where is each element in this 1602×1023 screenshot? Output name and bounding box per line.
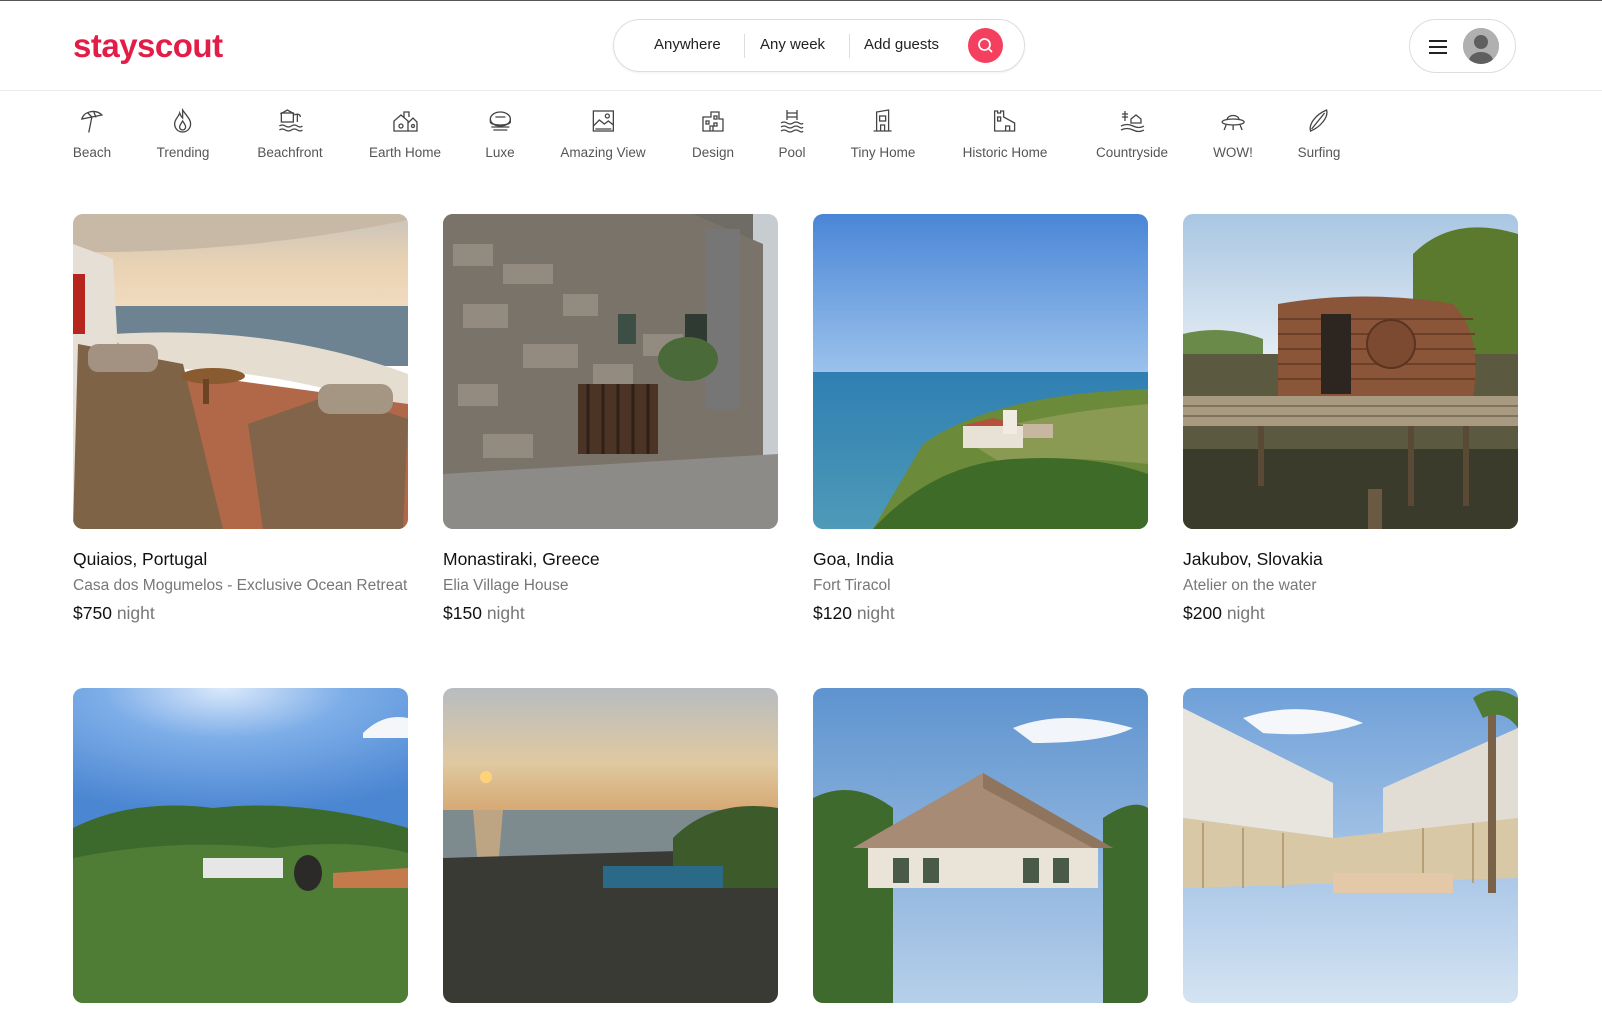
view-picture-icon <box>592 110 614 132</box>
search-icon <box>978 38 993 53</box>
logo[interactable]: stayscout <box>73 27 223 65</box>
search-bar[interactable]: Anywhere Any week Add guests <box>613 19 1025 72</box>
category-label: Tiny Home <box>850 145 916 160</box>
listing-photo[interactable] <box>443 214 778 529</box>
listing-price-amount: $150 <box>443 603 482 623</box>
listing-photo-image <box>73 214 408 529</box>
beach-umbrella-icon <box>81 110 104 133</box>
listing-photo[interactable] <box>73 214 408 529</box>
search-guests-button[interactable]: Add guests <box>864 36 939 53</box>
beachfront-icon <box>278 109 303 132</box>
earth-home-icon <box>393 111 418 132</box>
listing-title: Casa dos Mogumelos - Exclusive Ocean Ret… <box>73 577 408 594</box>
category-label: Amazing View <box>560 145 646 160</box>
category-beach[interactable]: Beach <box>73 107 111 160</box>
category-bar: Beach Trending Beachfront Earth Home Lux… <box>0 91 1602 191</box>
listing-photo-image <box>443 214 778 529</box>
listing-card[interactable] <box>813 688 1148 1023</box>
listing-photo[interactable] <box>813 688 1148 1003</box>
category-label: Luxe <box>485 145 515 160</box>
category-label: Earth Home <box>368 145 442 160</box>
listing-price-amount: $200 <box>1183 603 1222 623</box>
listing-price-unit: night <box>1226 603 1265 623</box>
ufo-icon <box>1221 114 1245 131</box>
listing-photo-image <box>813 214 1148 529</box>
surfboard-icon <box>1309 109 1328 132</box>
listing-location: Jakubov, Slovakia <box>1183 549 1323 569</box>
category-beachfront[interactable]: Beachfront <box>257 107 323 160</box>
listing-location: Monastiraki, Greece <box>443 549 600 569</box>
listing-card[interactable]: Jakubov, Slovakia Atelier on the water $… <box>1183 214 1518 624</box>
search-button[interactable] <box>968 28 1003 63</box>
listing-location: Quiaios, Portugal <box>73 549 208 569</box>
design-building-icon <box>702 111 724 132</box>
category-label: Historic Home <box>962 145 1048 160</box>
listing-title: Fort Tiracol <box>813 577 891 594</box>
category-surfing[interactable]: Surfing <box>1297 107 1341 160</box>
user-avatar-icon <box>1463 28 1499 64</box>
listing-price: $750 night <box>73 603 408 624</box>
category-earth-home[interactable]: Earth Home <box>369 107 441 160</box>
listing-price-amount: $120 <box>813 603 852 623</box>
listing-title: Atelier on the water <box>1183 577 1317 594</box>
category-countryside[interactable]: Countryside <box>1096 107 1168 160</box>
tiny-home-icon <box>873 109 892 132</box>
listing-price-unit: night <box>486 603 525 623</box>
category-amazing-view[interactable]: Amazing View <box>560 107 646 160</box>
listing-card[interactable] <box>1183 688 1518 1023</box>
listing-photo[interactable] <box>813 214 1148 529</box>
listing-photo-image <box>1183 214 1518 529</box>
user-menu-button[interactable] <box>1409 19 1516 73</box>
category-trending[interactable]: Trending <box>156 107 210 160</box>
listing-location: Goa, India <box>813 549 894 569</box>
category-label: Trending <box>156 145 210 160</box>
search-dates-button[interactable]: Any week <box>760 36 825 53</box>
listing-card[interactable]: Goa, India Fort Tiracol $120 night <box>813 214 1148 624</box>
category-historic-home[interactable]: Historic Home <box>962 107 1048 160</box>
category-design[interactable]: Design <box>692 107 734 160</box>
historic-home-icon <box>994 110 1016 132</box>
listing-price: $120 night <box>813 603 1148 624</box>
listing-price-amount: $750 <box>73 603 112 623</box>
top-header: stayscout Anywhere Any week Add guests <box>0 0 1602 91</box>
category-label: Countryside <box>1095 145 1169 160</box>
listing-card[interactable]: Monastiraki, Greece Elia Village House $… <box>443 214 778 624</box>
listing-card[interactable]: Quiaios, Portugal Casa dos Mogumelos - E… <box>73 214 408 624</box>
listing-photo-image <box>1183 688 1518 1003</box>
search-divider <box>744 34 745 58</box>
listing-photo-image <box>443 688 778 1003</box>
listing-price: $200 night <box>1183 603 1518 624</box>
listing-price-unit: night <box>116 603 155 623</box>
category-tiny-home[interactable]: Tiny Home <box>850 107 916 160</box>
flame-icon <box>174 107 192 133</box>
category-label: WOW! <box>1213 145 1253 160</box>
category-label: Design <box>691 145 735 160</box>
listing-price: $150 night <box>443 603 778 624</box>
category-pool[interactable]: Pool <box>778 107 806 160</box>
countryside-icon <box>1120 111 1145 133</box>
hamburger-menu-icon <box>1429 40 1447 54</box>
listing-photo-image <box>73 688 408 1003</box>
category-label: Surfing <box>1297 145 1341 160</box>
search-divider <box>849 34 850 58</box>
listing-photo[interactable] <box>1183 214 1518 529</box>
listing-photo[interactable] <box>443 688 778 1003</box>
listing-photo[interactable] <box>73 688 408 1003</box>
search-location-button[interactable]: Anywhere <box>654 36 721 53</box>
category-label: Pool <box>778 145 806 160</box>
listing-card[interactable] <box>443 688 778 1023</box>
category-luxe[interactable]: Luxe <box>485 107 515 160</box>
listing-photo-image <box>813 688 1148 1003</box>
category-label: Beach <box>72 145 112 160</box>
category-wow[interactable]: WOW! <box>1213 107 1253 160</box>
diamond-icon <box>489 111 511 131</box>
listing-title: Elia Village House <box>443 577 569 594</box>
pool-icon <box>780 110 804 133</box>
listing-price-unit: night <box>856 603 895 623</box>
listing-card[interactable] <box>73 688 408 1023</box>
listing-photo[interactable] <box>1183 688 1518 1003</box>
category-label: Beachfront <box>257 145 323 160</box>
